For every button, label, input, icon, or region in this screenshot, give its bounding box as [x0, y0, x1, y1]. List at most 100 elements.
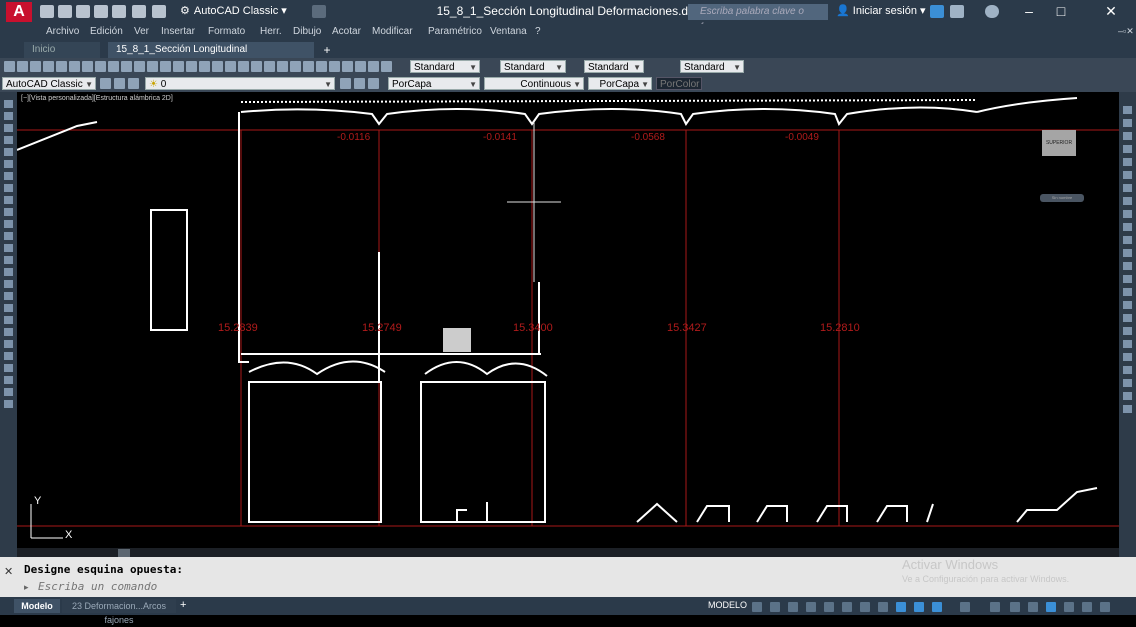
draw-tool-icon[interactable]	[4, 280, 13, 288]
draw-tool-icon[interactable]	[4, 160, 13, 168]
exchange-icon[interactable]	[930, 5, 944, 18]
modify-tool-icon[interactable]	[1123, 210, 1132, 218]
toolbar-tool-icon[interactable]	[277, 61, 288, 72]
model-space-button[interactable]: MODELO	[708, 600, 747, 610]
help-icon[interactable]	[985, 5, 999, 18]
toolbar-tool-icon[interactable]	[316, 61, 327, 72]
toolbar-tool-icon[interactable]	[251, 61, 262, 72]
menu-ayuda[interactable]: ?	[535, 26, 541, 37]
toolbar-tool-icon[interactable]	[121, 61, 132, 72]
draw-tool-icon[interactable]	[4, 292, 13, 300]
draw-tool-icon[interactable]	[4, 304, 13, 312]
modify-tool-icon[interactable]	[1123, 145, 1132, 153]
draw-tool-icon[interactable]	[4, 124, 13, 132]
toolbar-tool-icon[interactable]	[17, 61, 28, 72]
modify-tool-icon[interactable]	[1123, 249, 1132, 257]
toolbar-tool-icon[interactable]	[212, 61, 223, 72]
modify-tool-icon[interactable]	[1123, 184, 1132, 192]
customize-icon[interactable]	[1082, 602, 1092, 612]
share-icon[interactable]	[312, 5, 326, 18]
draw-tool-icon[interactable]	[4, 220, 13, 228]
save-as-icon[interactable]	[94, 5, 108, 18]
gear-icon[interactable]	[990, 602, 1000, 612]
toolbar-tool-icon[interactable]	[199, 61, 210, 72]
new-icon[interactable]	[40, 5, 54, 18]
maximize-button[interactable]: □	[1046, 3, 1076, 19]
menu-icon[interactable]	[1100, 602, 1110, 612]
menu-modificar[interactable]: Modificar	[372, 26, 413, 37]
draw-tool-icon[interactable]	[4, 256, 13, 264]
modify-tool-icon[interactable]	[1123, 379, 1132, 387]
modify-tool-icon[interactable]	[1123, 314, 1132, 322]
menu-formato[interactable]: Formato	[208, 26, 245, 37]
close-button[interactable]: ✕	[1096, 3, 1126, 20]
menu-herramientas[interactable]: Herr.	[260, 26, 282, 37]
modify-tool-icon[interactable]	[1123, 353, 1132, 361]
menu-ventana[interactable]: Ventana	[490, 26, 527, 37]
toolbar-tool-icon[interactable]	[186, 61, 197, 72]
draw-tool-icon[interactable]	[4, 340, 13, 348]
modify-tool-icon[interactable]	[1123, 132, 1132, 140]
tab-model[interactable]: Modelo	[14, 599, 60, 613]
wcs-menu[interactable]: Sin nombre	[1040, 194, 1084, 202]
dim-style-select[interactable]: Standard ▼	[500, 60, 566, 73]
modify-tool-icon[interactable]	[1123, 197, 1132, 205]
modify-tool-icon[interactable]	[1123, 392, 1132, 400]
modify-tool-icon[interactable]	[1123, 223, 1132, 231]
autocad-logo-icon[interactable]: A	[6, 2, 32, 22]
properties-tool-icon[interactable]	[340, 78, 351, 89]
linetype-select[interactable]: Continuous ▼	[484, 77, 584, 90]
color-select[interactable]: PorCapa ▼	[388, 77, 480, 90]
scrollbar-thumb[interactable]	[118, 549, 130, 557]
redo-icon[interactable]	[152, 5, 166, 18]
close-icon[interactable]: ✕	[4, 565, 13, 578]
ortho-icon[interactable]	[788, 602, 798, 612]
viewcube[interactable]: SUPERIOR	[1042, 130, 1076, 156]
clean-screen-icon[interactable]	[1064, 602, 1074, 612]
modify-tool-icon[interactable]	[1123, 288, 1132, 296]
draw-tool-icon[interactable]	[4, 184, 13, 192]
print-icon[interactable]	[112, 5, 126, 18]
horizontal-scrollbar[interactable]	[17, 548, 1119, 557]
workspace-switch-icon[interactable]	[960, 602, 970, 612]
toolbar-tool-icon[interactable]	[4, 61, 15, 72]
toolbar-tool-icon[interactable]	[43, 61, 54, 72]
mleader-style-select[interactable]: Standard ▼	[680, 60, 744, 73]
draw-tool-icon[interactable]	[4, 232, 13, 240]
draw-tool-icon[interactable]	[4, 196, 13, 204]
modify-tool-icon[interactable]	[1123, 327, 1132, 335]
table-style-select[interactable]: Standard ▼	[584, 60, 644, 73]
properties-tool-icon[interactable]	[368, 78, 379, 89]
modify-tool-icon[interactable]	[1123, 106, 1132, 114]
tab-layout[interactable]: 23 Deformacion...Arcos fajones	[62, 599, 176, 625]
menu-dibujo[interactable]: Dibujo	[293, 26, 321, 37]
open-icon[interactable]	[58, 5, 72, 18]
draw-tool-icon[interactable]	[4, 316, 13, 324]
new-tab-button[interactable]: +	[320, 44, 334, 56]
annotation-scale-icon[interactable]	[896, 602, 906, 612]
modify-tool-icon[interactable]	[1123, 275, 1132, 283]
toolbar-tool-icon[interactable]	[30, 61, 41, 72]
menu-acotar[interactable]: Acotar	[332, 26, 361, 37]
draw-tool-icon[interactable]	[4, 400, 13, 408]
annotation-visibility-icon[interactable]	[914, 602, 924, 612]
sign-in-button[interactable]: 👤 Iniciar sesión ▾	[836, 4, 926, 17]
modify-tool-icon[interactable]	[1123, 119, 1132, 127]
workspace-select[interactable]: AutoCAD Classic ▼	[2, 77, 96, 90]
layer-tool-icon[interactable]	[128, 78, 139, 89]
modify-tool-icon[interactable]	[1123, 236, 1132, 244]
toolbar-tool-icon[interactable]	[160, 61, 171, 72]
otrack-icon[interactable]	[842, 602, 852, 612]
modify-tool-icon[interactable]	[1123, 301, 1132, 309]
drawing-canvas[interactable]: Y X	[16, 92, 1119, 557]
tab-inicio[interactable]: Inicio	[24, 42, 100, 58]
draw-tool-icon[interactable]	[4, 136, 13, 144]
auto-scale-icon[interactable]	[932, 602, 942, 612]
hardware-accel-icon[interactable]	[1046, 602, 1056, 612]
draw-tool-icon[interactable]	[4, 268, 13, 276]
toolbar-tool-icon[interactable]	[290, 61, 301, 72]
add-layout-button[interactable]: +	[180, 599, 186, 611]
toolbar-tool-icon[interactable]	[342, 61, 353, 72]
undo-icon[interactable]	[132, 5, 146, 18]
osnap-icon[interactable]	[824, 602, 834, 612]
